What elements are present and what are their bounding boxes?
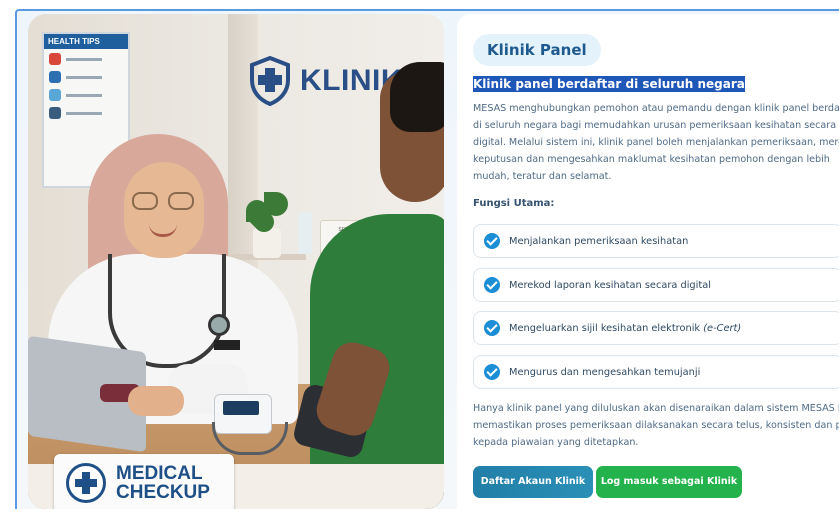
name-badge (214, 340, 240, 350)
klinik-info-panel: Klinik Panel Klinik panel berdaftar di s… (457, 14, 839, 509)
check-circle-icon (484, 233, 500, 249)
feature-label: Menjalankan pemeriksaan kesihatan (509, 235, 689, 247)
hero-photo: HEALTH TIPS KLINIK SERVICES (28, 14, 444, 509)
feature-label: Merekod laporan kesihatan secara digital (509, 279, 711, 291)
feature-item: Mengurus dan mengesahkan temujanji (473, 355, 839, 389)
glasses-right (168, 192, 194, 210)
feature-label: Mengeluarkan sijil kesihatan elektronik … (509, 322, 742, 334)
sanitizer-bottle (298, 212, 312, 254)
patient-hair (390, 62, 444, 132)
medical-checkup-card: MEDICAL CHECKUP (54, 454, 234, 509)
section-pill: Klinik Panel (473, 34, 601, 66)
check-circle-icon (484, 320, 500, 336)
feature-item: Merekod laporan kesihatan secara digital (473, 268, 839, 302)
medical-checkup-text: MEDICAL CHECKUP (116, 463, 210, 503)
login-clinic-button[interactable]: Log masuk sebagai Klinik (596, 466, 742, 498)
check-circle-icon (484, 364, 500, 380)
check-circle-icon (484, 277, 500, 293)
section-subheading: Klinik panel berdaftar di seluruh negara (473, 76, 745, 92)
feature-label: Mengurus dan mengesahkan temujanji (509, 366, 701, 378)
poster-title: HEALTH TIPS (44, 34, 128, 49)
doctor-face (124, 162, 204, 258)
doctor-hands (128, 386, 184, 416)
subheading-text: Klinik panel berdaftar di seluruh negara (473, 76, 745, 92)
medical-cross-icon (66, 463, 106, 503)
note-paragraph: Hanya klinik panel yang diluluskan akan … (473, 403, 839, 448)
glasses-left (132, 192, 158, 210)
register-clinic-button[interactable]: Daftar Akaun Klinik (473, 466, 593, 498)
bp-screen (223, 401, 259, 415)
feature-item: Mengeluarkan sijil kesihatan elektronik … (473, 311, 839, 345)
intro-paragraph: MESAS menghubungkan pemohon atau pemandu… (473, 103, 839, 182)
ecert-suffix: (e-Cert) (703, 322, 742, 334)
plant-pot (253, 228, 281, 258)
klinik-shield-icon (250, 56, 290, 106)
feature-item: Menjalankan pemeriksaan kesihatan (473, 224, 839, 258)
fungsi-title: Fungsi Utama: (473, 198, 555, 209)
stethoscope-chestpiece (208, 314, 230, 336)
